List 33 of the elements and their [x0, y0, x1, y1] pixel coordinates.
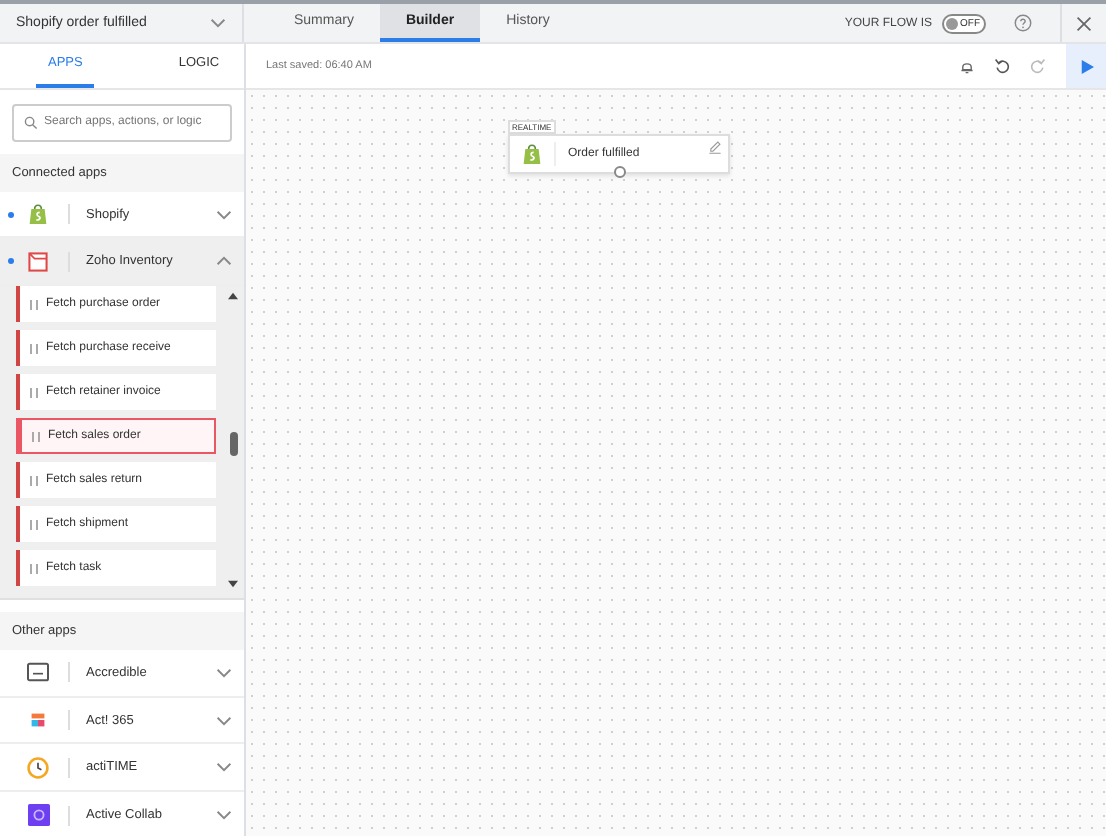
drag-handle-icon[interactable] — [30, 519, 38, 530]
pencil-icon[interactable] — [708, 140, 722, 154]
app-logo-icon — [27, 804, 49, 827]
search-icon — [24, 115, 38, 130]
chevron-icon[interactable] — [216, 715, 232, 726]
chevron-icon[interactable] — [216, 256, 232, 267]
chevron-icon[interactable] — [210, 18, 226, 28]
grid-icon — [30, 712, 46, 729]
shopping-bag-icon — [522, 142, 542, 166]
box-icon — [26, 249, 50, 274]
drag-handle-icon[interactable] — [32, 431, 40, 442]
chevron-icon[interactable] — [216, 762, 232, 773]
certificate-icon — [26, 662, 50, 683]
bell-icon[interactable] — [960, 59, 974, 73]
undo-icon[interactable] — [994, 58, 1010, 74]
chevron-icon[interactable] — [216, 209, 232, 220]
drag-handle-icon[interactable] — [30, 343, 38, 354]
connector-port[interactable] — [614, 166, 626, 178]
shopping-bag-icon — [28, 202, 48, 227]
play-icon — [1079, 59, 1093, 73]
redo-icon[interactable] — [1030, 58, 1046, 74]
drag-handle-icon[interactable] — [30, 475, 38, 486]
help-icon[interactable] — [1014, 14, 1032, 32]
run-button[interactable] — [1066, 44, 1106, 88]
drag-handle-icon[interactable] — [30, 299, 38, 310]
drag-handle-icon[interactable] — [30, 387, 38, 398]
chevron-icon[interactable] — [216, 667, 232, 678]
chevron-icon[interactable] — [216, 810, 232, 821]
scroll-down-arrow-icon[interactable] — [228, 579, 238, 588]
drag-handle-icon[interactable] — [30, 563, 38, 574]
close-icon[interactable] — [1076, 15, 1092, 31]
scroll-up-arrow-icon[interactable] — [228, 292, 238, 301]
clock-icon — [26, 755, 50, 780]
